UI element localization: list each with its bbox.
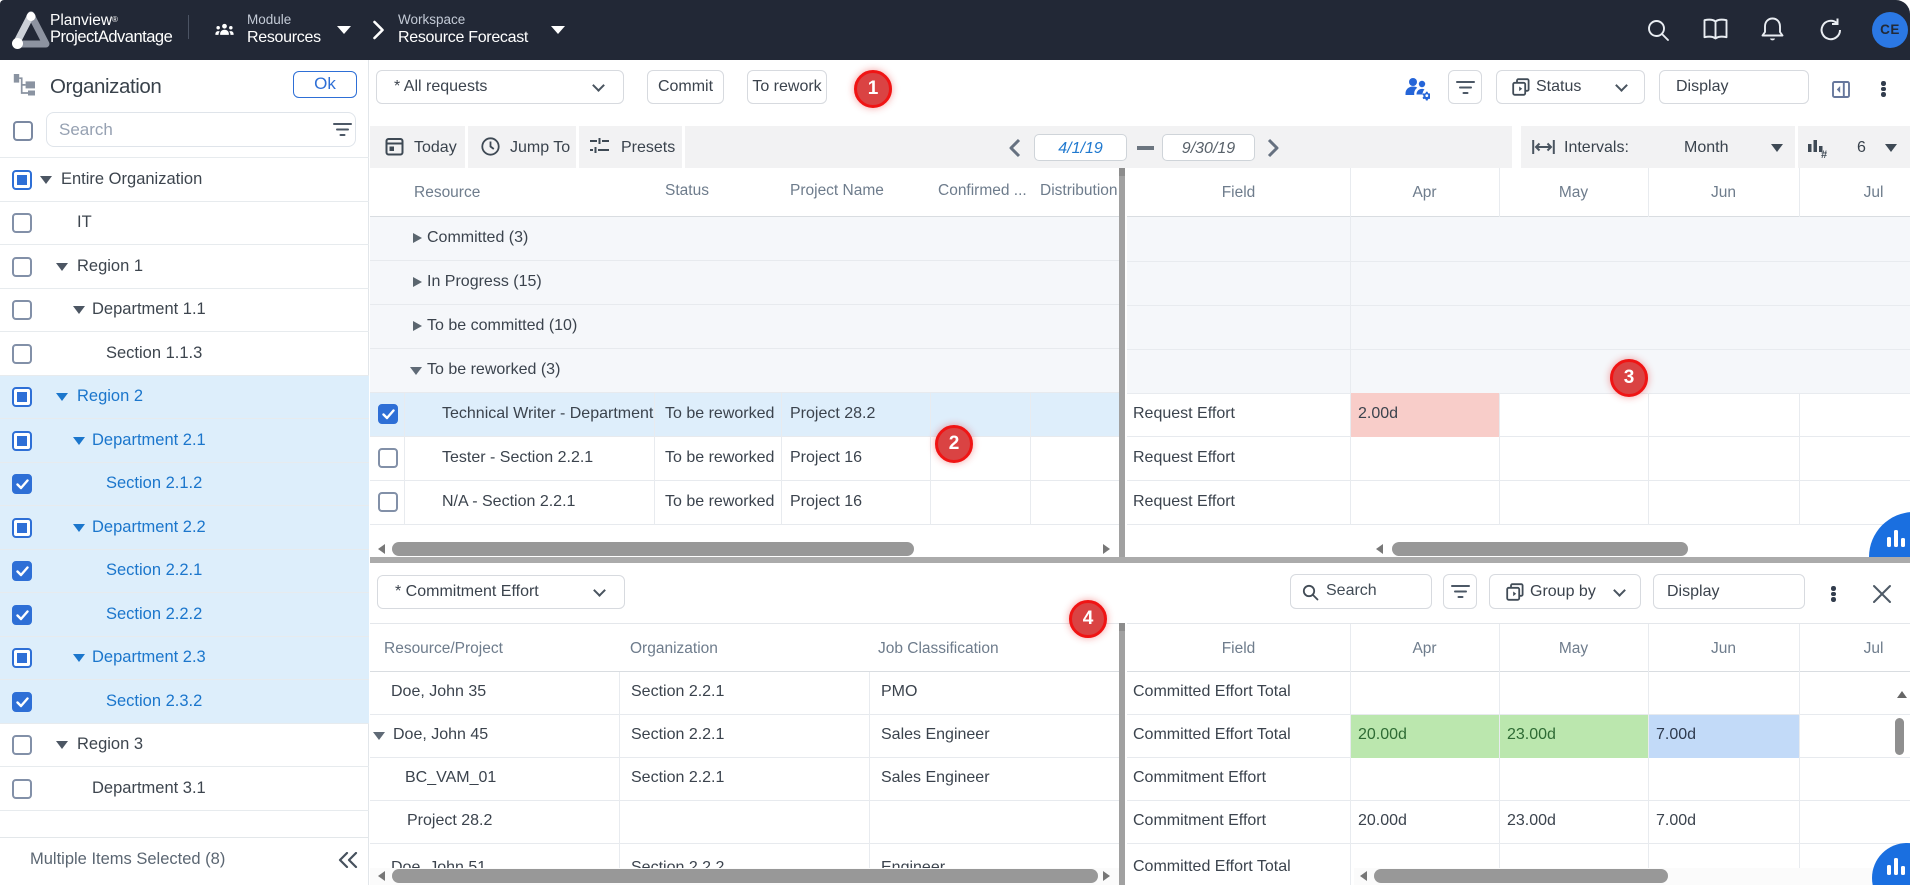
svg-text:#: #	[1821, 149, 1827, 158]
